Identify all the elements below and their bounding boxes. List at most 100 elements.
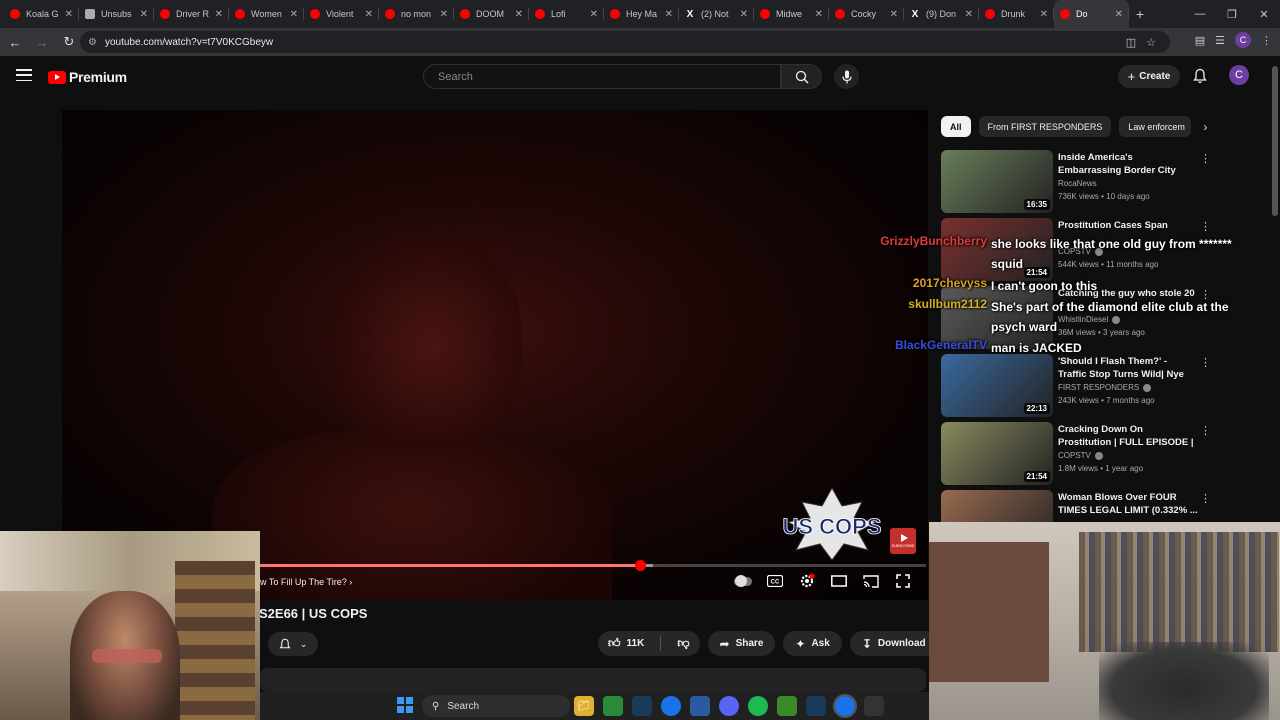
forward-button[interactable]: →: [30, 30, 54, 54]
ask-button[interactable]: ✦ Ask: [783, 631, 842, 656]
browser-tab[interactable]: X (9) Don ✕: [904, 0, 979, 28]
chevron-right-icon[interactable]: ›: [1203, 120, 1207, 134]
obs-icon[interactable]: [864, 696, 884, 716]
close-tab-icon[interactable]: ✕: [515, 9, 523, 20]
chrome-menu-icon[interactable]: ⋮: [1261, 34, 1272, 47]
browser-tab[interactable]: Driver R ✕: [154, 0, 229, 28]
description-box[interactable]: [260, 668, 926, 692]
battle-net-icon[interactable]: [690, 696, 710, 716]
video-thumbnail[interactable]: 21:54: [941, 422, 1053, 485]
close-tab-icon[interactable]: ✕: [215, 9, 223, 20]
progress-bar[interactable]: [260, 560, 926, 571]
recommended-title[interactable]: Woman Blows Over FOUR TIMES LEGAL LIMIT …: [1058, 491, 1198, 517]
theater-mode-icon[interactable]: [830, 574, 848, 588]
browser-tab[interactable]: Lofi ✕: [529, 0, 604, 28]
browser-tab[interactable]: no mon ✕: [379, 0, 454, 28]
install-app-icon[interactable]: ◫: [1126, 36, 1136, 49]
like-button[interactable]: 👍︎ 11K: [598, 631, 654, 656]
account-avatar[interactable]: C: [1229, 65, 1249, 85]
browser-tab[interactable]: DOOM ✕: [454, 0, 529, 28]
url-field[interactable]: ⚙ youtube.com/watch?v=t7V0KCGbeyw ◫ ☆: [80, 31, 1170, 53]
settings-gear-icon[interactable]: [798, 573, 816, 588]
close-tab-icon[interactable]: ✕: [365, 9, 373, 20]
recommended-title[interactable]: Prostitution Cases Span: [1058, 219, 1198, 232]
close-tab-icon[interactable]: ✕: [665, 9, 673, 20]
captions-icon[interactable]: CC: [766, 574, 784, 588]
menu-icon[interactable]: [16, 69, 32, 81]
bookmark-star-icon[interactable]: ☆: [1146, 36, 1156, 49]
chapter-title[interactable]: w To Fill Up The Tire? ›: [260, 577, 352, 587]
close-tab-icon[interactable]: ✕: [290, 9, 298, 20]
browser-tab[interactable]: Drunk ✕: [979, 0, 1054, 28]
close-tab-icon[interactable]: ✕: [440, 9, 448, 20]
filter-chip[interactable]: All: [941, 116, 971, 137]
close-tab-icon[interactable]: ✕: [65, 9, 73, 20]
voice-search-button[interactable]: [834, 64, 859, 89]
steam-icon[interactable]: [632, 696, 652, 716]
windows-start-icon[interactable]: [397, 697, 413, 713]
filter-chip[interactable]: From FIRST RESPONDERS: [978, 116, 1112, 137]
youtube-logo[interactable]: Premium: [48, 69, 127, 85]
autoplay-toggle[interactable]: [734, 574, 752, 588]
search-button[interactable]: [781, 64, 822, 89]
video-thumbnail[interactable]: 22:13: [941, 354, 1053, 417]
side-panel-icon[interactable]: ▤: [1195, 34, 1205, 47]
browser-tab[interactable]: Cocky ✕: [829, 0, 904, 28]
browser-tab[interactable]: Do ✕: [1054, 0, 1129, 28]
recommended-title[interactable]: Inside America's Embarrassing Border Cit…: [1058, 151, 1198, 177]
more-vertical-icon[interactable]: ⋮: [1200, 424, 1211, 437]
filter-chip[interactable]: Law enforcem: [1119, 116, 1192, 137]
close-tab-icon[interactable]: ✕: [965, 9, 973, 20]
fullscreen-icon[interactable]: [894, 574, 912, 588]
nvidia-icon[interactable]: [603, 696, 623, 716]
close-tab-icon[interactable]: ✕: [1040, 9, 1048, 20]
browser-tab[interactable]: Unsubs ✕: [79, 0, 154, 28]
close-tab-icon[interactable]: ✕: [590, 9, 598, 20]
recommended-video[interactable]: 16:35 Inside America's Embarrassing Borde…: [941, 150, 1211, 214]
recommended-title[interactable]: Cracking Down On Prostitution | FULL EPI…: [1058, 423, 1198, 449]
create-button[interactable]: + Create: [1118, 65, 1180, 88]
subscribe-watermark-button[interactable]: SUBSCRIBE: [890, 528, 916, 554]
new-tab-button[interactable]: +: [1129, 6, 1151, 22]
channel-name[interactable]: RocaNews: [1058, 179, 1097, 188]
page-scrollbar[interactable]: [1270, 56, 1280, 522]
recommended-video[interactable]: 22:13 'Should I Flash Them?' - Traffic St…: [941, 354, 1211, 418]
taskbar-search[interactable]: ⚲ Search: [422, 695, 570, 717]
channel-name[interactable]: FIRST RESPONDERS: [1058, 383, 1152, 392]
browser-tab[interactable]: Koala G ✕: [4, 0, 79, 28]
browser-tab[interactable]: Violent ✕: [304, 0, 379, 28]
browser-tab[interactable]: Women ✕: [229, 0, 304, 28]
browser-tab[interactable]: X (2) Not ✕: [679, 0, 754, 28]
close-tab-icon[interactable]: ✕: [890, 9, 898, 20]
site-info-icon[interactable]: ⚙: [88, 37, 97, 48]
close-window-icon[interactable]: ✕: [1248, 0, 1280, 28]
channel-name[interactable]: COPSTV: [1058, 451, 1103, 460]
share-button[interactable]: ➦ Share: [707, 631, 776, 656]
discord-icon[interactable]: [719, 696, 739, 716]
nvidia-app-icon[interactable]: [777, 696, 797, 716]
close-tab-icon[interactable]: ✕: [740, 9, 748, 20]
more-vertical-icon[interactable]: ⋮: [1200, 152, 1211, 165]
file-explorer-icon[interactable]: 📁︎: [574, 696, 594, 716]
cast-icon[interactable]: [862, 574, 880, 588]
close-tab-icon[interactable]: ✕: [140, 9, 148, 20]
restore-icon[interactable]: ❐: [1216, 0, 1248, 28]
reload-button[interactable]: ↻: [57, 30, 81, 54]
video-player[interactable]: US COPS SUBSCRIBE: [62, 110, 928, 600]
more-vertical-icon[interactable]: ⋮: [1200, 220, 1211, 233]
notification-preferences-button[interactable]: ⌄: [268, 632, 318, 656]
steam-client-icon[interactable]: [806, 696, 826, 716]
download-button[interactable]: ↧ Download: [849, 631, 938, 656]
search-input[interactable]: Search: [423, 64, 781, 89]
video-thumbnail[interactable]: 16:35: [941, 150, 1053, 213]
dislike-button[interactable]: 👎︎: [667, 631, 699, 656]
profile-avatar[interactable]: C: [1235, 32, 1251, 48]
close-tab-icon[interactable]: ✕: [815, 9, 823, 20]
spotify-icon[interactable]: [748, 696, 768, 716]
notifications-button[interactable]: [1193, 68, 1207, 89]
back-button[interactable]: ←: [3, 30, 27, 54]
minimize-icon[interactable]: —: [1184, 0, 1216, 28]
close-tab-icon[interactable]: ✕: [1115, 9, 1123, 20]
media-controls-icon[interactable]: ☰: [1215, 34, 1225, 47]
recommended-video[interactable]: 21:54 Cracking Down On Prostitution | FUL…: [941, 422, 1211, 486]
